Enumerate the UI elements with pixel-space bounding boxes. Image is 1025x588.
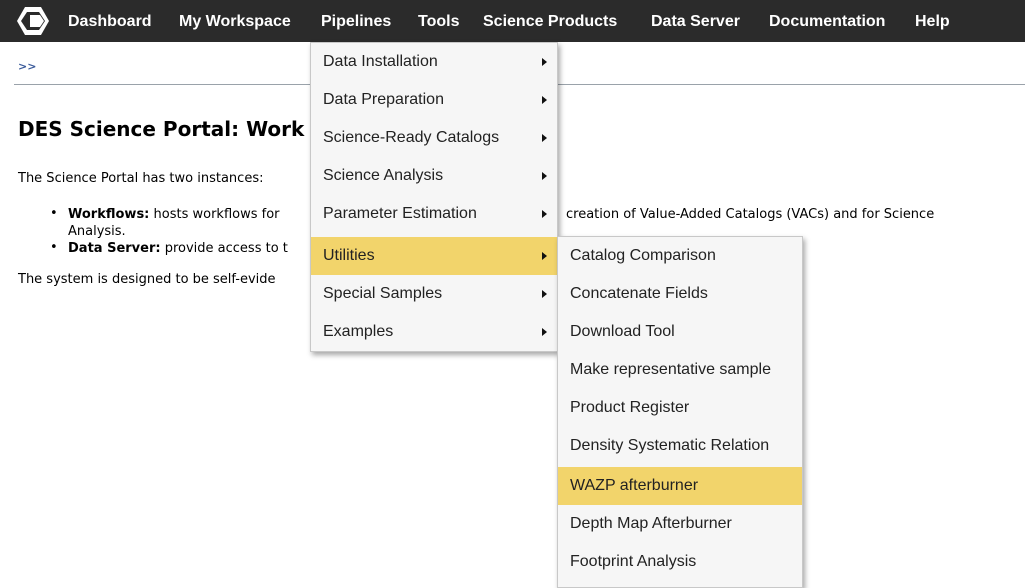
- workflows-term: Workflows:: [68, 207, 150, 222]
- list-item: Data Server: provide access to t: [68, 241, 288, 256]
- menu-item-label: Parameter Estimation: [323, 205, 477, 222]
- menu-item-utilities[interactable]: Utilities: [311, 237, 557, 275]
- submenu-arrow-icon: [542, 134, 547, 142]
- data-server-term: Data Server:: [68, 241, 161, 256]
- nav-dashboard[interactable]: Dashboard: [68, 0, 152, 42]
- portal-logo-icon[interactable]: [16, 5, 50, 37]
- menu-item-label: Special Samples: [323, 285, 443, 302]
- submenu-arrow-icon: [542, 328, 547, 336]
- bullet-dot: •: [50, 206, 58, 221]
- menu-item-label: Download Tool: [570, 323, 675, 340]
- nav-pipelines[interactable]: Pipelines: [321, 0, 391, 42]
- menu-item-data-preparation[interactable]: Data Preparation: [311, 81, 557, 119]
- submenu-item-concatenate-fields[interactable]: Concatenate Fields: [558, 275, 802, 313]
- breadcrumb[interactable]: >>: [18, 60, 36, 73]
- menu-item-label: Utilities: [323, 247, 375, 264]
- menu-item-science-analysis[interactable]: Science Analysis: [311, 157, 557, 195]
- submenu-item-footprint-analysis[interactable]: Footprint Analysis: [558, 543, 802, 581]
- submenu-arrow-icon: [542, 290, 547, 298]
- menu-item-label: Product Register: [570, 399, 690, 416]
- submenu-item-wazp-afterburner[interactable]: WAZP afterburner: [558, 467, 802, 505]
- submenu-arrow-icon: [542, 172, 547, 180]
- menu-item-label: WAZP afterburner: [570, 477, 699, 494]
- menu-item-label: Concatenate Fields: [570, 285, 708, 302]
- page-title: DES Science Portal: Work: [18, 117, 305, 141]
- list-item: Workflows: hosts workflows for: [68, 207, 280, 222]
- top-navbar: Dashboard My Workspace Pipelines Tools S…: [0, 0, 1025, 42]
- nav-help[interactable]: Help: [915, 0, 950, 42]
- submenu-item-catalog-comparison[interactable]: Catalog Comparison: [558, 237, 802, 275]
- submenu-arrow-icon: [542, 252, 547, 260]
- intro-text: The Science Portal has two instances:: [18, 171, 264, 186]
- nav-tools[interactable]: Tools: [418, 0, 459, 42]
- submenu-item-make-representative-sample[interactable]: Make representative sample: [558, 351, 802, 389]
- submenu-arrow-icon: [542, 96, 547, 104]
- utilities-submenu: Catalog Comparison Concatenate Fields Do…: [557, 236, 803, 588]
- nav-documentation[interactable]: Documentation: [769, 0, 885, 42]
- menu-item-special-samples[interactable]: Special Samples: [311, 275, 557, 313]
- menu-item-label: Footprint Analysis: [570, 553, 697, 570]
- menu-item-parameter-estimation[interactable]: Parameter Estimation: [311, 195, 557, 233]
- data-server-desc: provide access to t: [160, 241, 288, 256]
- menu-item-label: Data Preparation: [323, 91, 444, 108]
- menu-item-label: Density Systematic Relation: [570, 437, 770, 454]
- menu-item-label: Make representative sample: [570, 361, 771, 378]
- submenu-arrow-icon: [542, 58, 547, 66]
- pipelines-dropdown-menu: Data Installation Data Preparation Scien…: [310, 42, 558, 352]
- menu-item-label: Data Installation: [323, 53, 438, 70]
- submenu-arrow-icon: [542, 210, 547, 218]
- menu-item-science-ready-catalogs[interactable]: Science-Ready Catalogs: [311, 119, 557, 157]
- menu-item-label: Examples: [323, 323, 394, 340]
- menu-item-label: Depth Map Afterburner: [570, 515, 732, 532]
- menu-item-label: Science-Ready Catalogs: [323, 129, 500, 146]
- nav-data-server[interactable]: Data Server: [651, 0, 740, 42]
- menu-item-data-installation[interactable]: Data Installation: [311, 43, 557, 81]
- workflows-desc-continued: creation of Value-Added Catalogs (VACs) …: [566, 207, 935, 222]
- workflows-desc-wrap: Analysis.: [68, 224, 126, 239]
- nav-my-workspace[interactable]: My Workspace: [179, 0, 291, 42]
- closing-text: The system is designed to be self-evide: [18, 272, 276, 287]
- submenu-item-density-systematic-relation[interactable]: Density Systematic Relation: [558, 427, 802, 465]
- menu-item-label: Catalog Comparison: [570, 247, 716, 264]
- menu-item-examples[interactable]: Examples: [311, 313, 557, 351]
- nav-science-products[interactable]: Science Products: [483, 0, 617, 42]
- menu-item-label: Science Analysis: [323, 167, 444, 184]
- submenu-item-download-tool[interactable]: Download Tool: [558, 313, 802, 351]
- submenu-item-product-register[interactable]: Product Register: [558, 389, 802, 427]
- submenu-item-depth-map-afterburner[interactable]: Depth Map Afterburner: [558, 505, 802, 543]
- workflows-desc: hosts workflows for: [149, 207, 280, 222]
- bullet-dot: •: [50, 240, 58, 255]
